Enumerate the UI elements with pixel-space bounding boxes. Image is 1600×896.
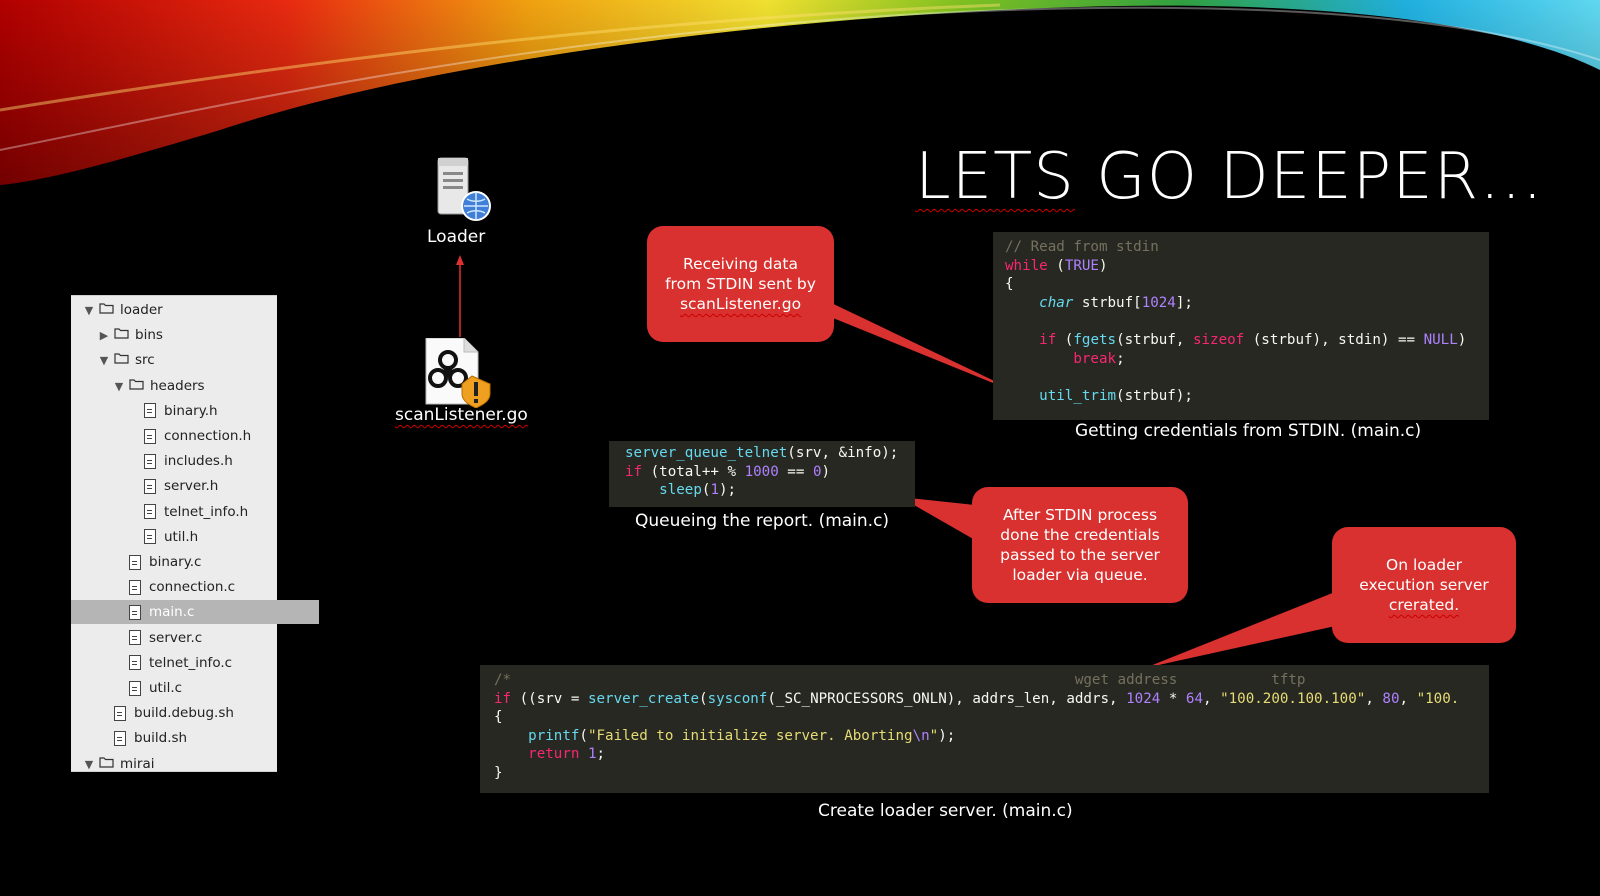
callout-server-line2: execution server (1359, 576, 1489, 594)
code-line: util_trim(strbuf); (1039, 387, 1193, 404)
code-line: if (fgets(strbuf, sizeof (strbuf), stdin… (1039, 331, 1467, 348)
code-line: while (TRUE) (1005, 257, 1108, 274)
caption-queue: Queueing the report. (main.c) (635, 511, 890, 531)
code-line: return 1; (528, 746, 606, 763)
callout-stdin-line3: scanListener.go (679, 295, 802, 313)
callout-server-line3: crerated. (1388, 596, 1460, 614)
code-panel-queue: server_queue_telnet(srv, &info); if (tota… (609, 441, 915, 507)
callout-queue-line2: done the credentials (1000, 526, 1160, 544)
caption-stdin: Getting credentials from STDIN. (main.c) (1075, 421, 1422, 441)
callout-server-line1: On loader (1386, 556, 1462, 574)
code-line: char strbuf[1024]; (1039, 294, 1193, 311)
callout-queue-line4: loader via queue. (1012, 566, 1148, 584)
callout-queue: After STDIN process done the credentials… (972, 487, 1188, 603)
code-line: } (494, 764, 503, 781)
callout-queue-line3: passed to the server (1000, 546, 1160, 564)
callout-server: On loader execution server crerated. (1332, 527, 1516, 643)
code-line: server_queue_telnet(srv, &info); (625, 445, 899, 461)
callout-stdin-line1: Receiving data (683, 255, 798, 273)
code-line: if (total++ % 1000 == 0) (625, 463, 831, 480)
code-line: printf("Failed to initialize server. Abo… (528, 727, 956, 744)
code-line: { (1005, 276, 1014, 293)
code-line: // Read from stdin (1005, 239, 1159, 255)
callout-stdin: Receiving data from STDIN sent by scanLi… (647, 226, 834, 342)
code-line: if ((srv = server_create(sysconf(_SC_NPR… (494, 690, 1460, 707)
code-panel-stdin: // Read from stdin while (TRUE) { char str… (993, 232, 1489, 420)
code-line: sleep(1); (659, 482, 737, 499)
callout-queue-line1: After STDIN process (1002, 506, 1158, 524)
code-line: break; (1073, 350, 1125, 367)
code-line: { (494, 709, 503, 726)
code-panel-server: /* wget address tftp if ((srv = server_cr… (480, 665, 1489, 793)
caption-server: Create loader server. (main.c) (818, 801, 1073, 821)
callout-stdin-line2: from STDIN sent by (665, 275, 816, 293)
code-line: /* wget address tftp (494, 672, 1306, 688)
